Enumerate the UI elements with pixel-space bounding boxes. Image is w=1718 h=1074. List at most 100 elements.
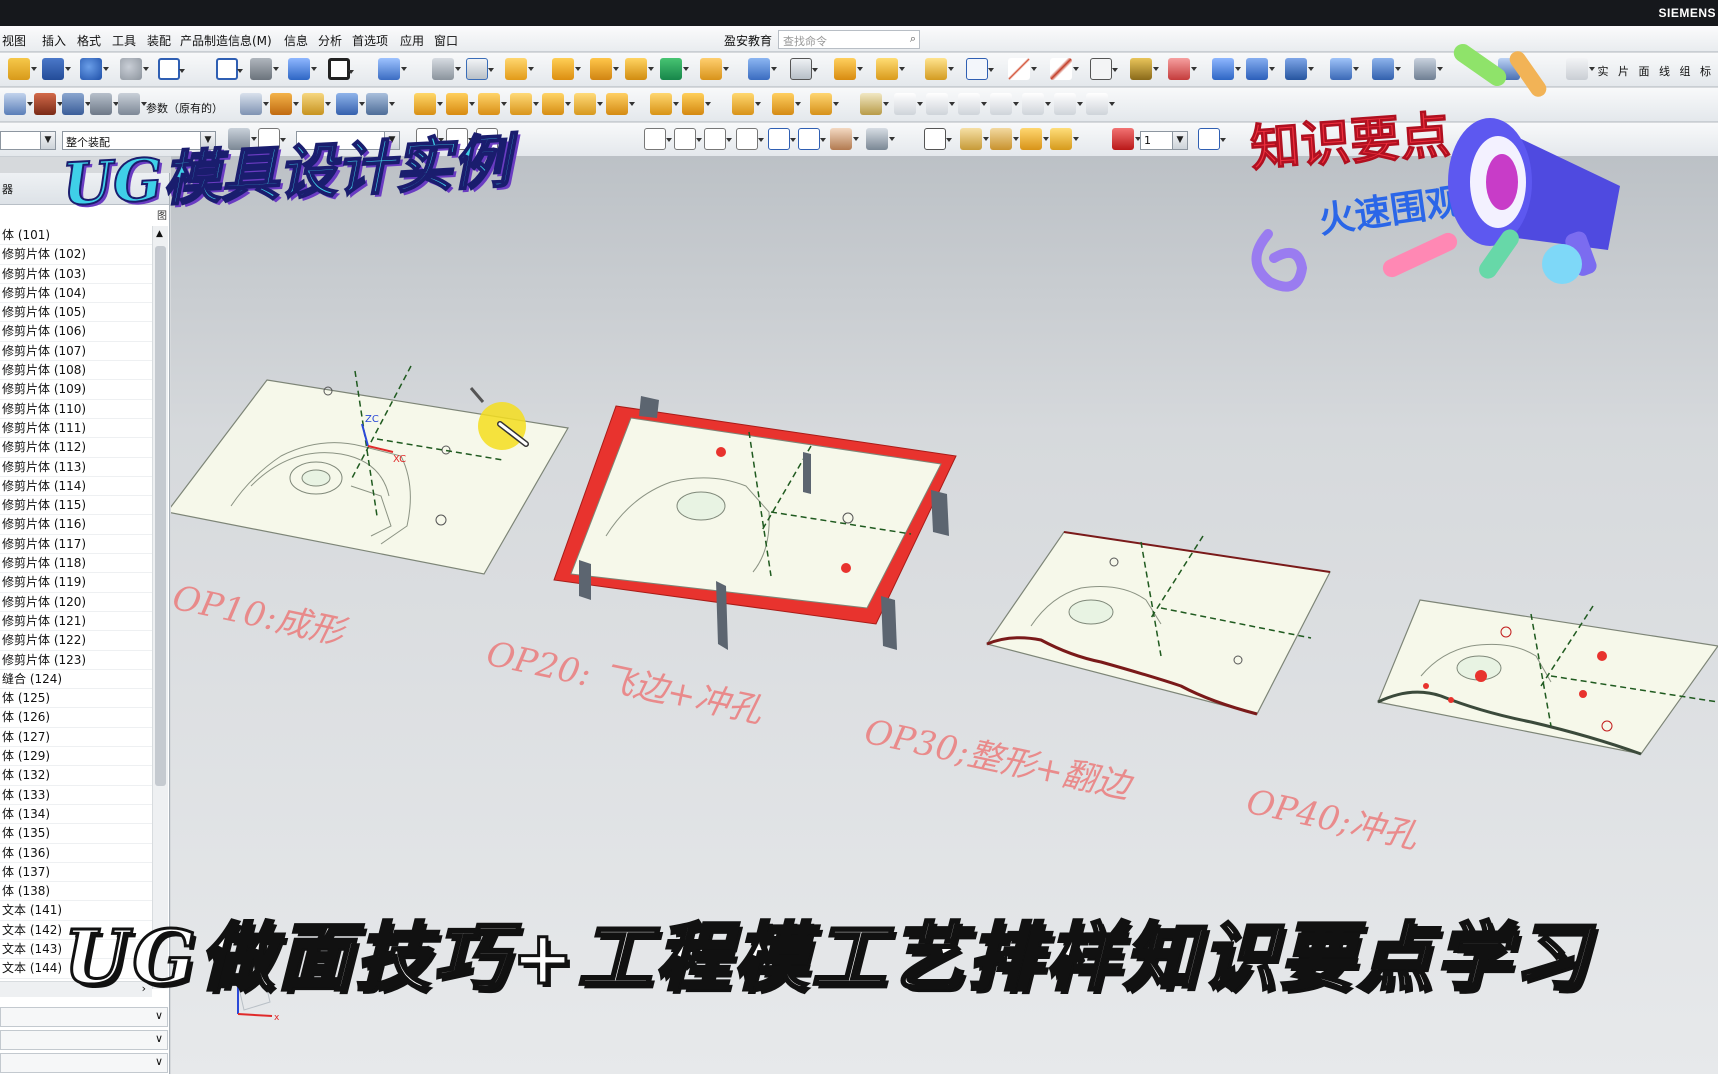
delete-params-icon[interactable]	[240, 93, 269, 115]
navigator-item[interactable]: 修剪片体 (120)	[0, 593, 152, 612]
navigator-item[interactable]: 修剪片体 (123)	[0, 651, 152, 670]
fit-window-icon[interactable]	[768, 128, 796, 150]
shaded-icon[interactable]	[250, 58, 279, 80]
navigator-item[interactable]: 修剪片体 (105)	[0, 303, 152, 323]
extrude-icon[interactable]	[505, 58, 534, 80]
menu-assembly[interactable]: 装配	[147, 32, 171, 49]
navigator-item[interactable]: 体 (135)	[0, 824, 152, 844]
details-panel-toggle[interactable]: ∨	[0, 1030, 168, 1050]
undo-icon[interactable]	[80, 58, 109, 80]
extension-icon[interactable]	[606, 93, 635, 115]
navigator-item[interactable]: 体 (101)	[0, 226, 152, 246]
divide-curve-icon[interactable]	[958, 93, 987, 115]
trim-curve-icon[interactable]	[926, 93, 955, 115]
ruled-surface-icon[interactable]	[414, 93, 443, 115]
navigator-item[interactable]: 修剪片体 (116)	[0, 515, 152, 535]
snap-intersection-icon[interactable]	[674, 128, 702, 150]
section-view-icon[interactable]	[378, 58, 407, 80]
op10-part[interactable]: ZC XC	[171, 365, 569, 575]
move-face-icon[interactable]	[336, 93, 365, 115]
menu-pmi[interactable]: 产品制造信息(M)	[180, 32, 272, 49]
select-window-icon[interactable]	[158, 58, 185, 80]
datum-icon[interactable]	[660, 58, 689, 80]
studio-surface-icon[interactable]	[542, 93, 571, 115]
trim-sheet-icon[interactable]	[682, 93, 711, 115]
through-curves-icon[interactable]	[446, 93, 475, 115]
snap-midpoint-icon[interactable]	[704, 128, 732, 150]
spline-icon[interactable]	[90, 93, 119, 115]
menu-analysis[interactable]: 分析	[318, 32, 342, 49]
assembly-constraint-icon[interactable]	[830, 128, 859, 150]
type-filter-select[interactable]: ▼	[0, 131, 56, 150]
pattern-icon[interactable]	[700, 58, 729, 80]
search-icon[interactable]: ⌕	[910, 32, 916, 46]
trim-body-icon[interactable]	[876, 58, 905, 80]
navigator-item[interactable]: 修剪片体 (121)	[0, 612, 152, 632]
navigator-item[interactable]: 修剪片体 (107)	[0, 342, 152, 362]
navigator-scrollbar[interactable]: ▲	[152, 226, 168, 989]
navigator-item[interactable]: 体 (137)	[0, 863, 152, 883]
command-search-input[interactable]: 查找命令 ⌕	[778, 30, 920, 49]
redo-icon[interactable]	[120, 58, 149, 80]
replace-icon[interactable]	[302, 93, 331, 115]
show-grid-icon[interactable]	[736, 128, 764, 150]
offset-face-icon[interactable]	[834, 58, 863, 80]
color-icon[interactable]	[1112, 128, 1141, 150]
mold-wizard-icon[interactable]	[1212, 58, 1241, 80]
op20-part[interactable]	[553, 396, 957, 650]
project-curve-icon[interactable]	[894, 93, 923, 115]
menu-information[interactable]: 信息	[284, 32, 308, 49]
through-mesh-icon[interactable]	[478, 93, 507, 115]
navigator-item[interactable]: 体 (126)	[0, 708, 152, 728]
fillet-curve-icon[interactable]	[990, 93, 1019, 115]
navigator-item[interactable]: 修剪片体 (103)	[0, 265, 152, 284]
move-object-icon[interactable]	[866, 128, 895, 150]
navigator-item[interactable]: 修剪片体 (110)	[0, 400, 152, 419]
layer-settings-icon[interactable]	[1020, 128, 1049, 150]
edit-params-icon[interactable]	[270, 93, 299, 115]
dependencies-panel-toggle[interactable]: ∨	[0, 1007, 168, 1027]
navigator-item[interactable]: 修剪片体 (122)	[0, 631, 152, 651]
sweep-icon[interactable]	[590, 58, 619, 80]
navigator-item[interactable]: 修剪片体 (109)	[0, 380, 152, 400]
arc-icon[interactable]	[1050, 58, 1079, 80]
angle-icon[interactable]	[990, 128, 1019, 150]
menu-format[interactable]: 格式	[77, 32, 101, 49]
navigator-item[interactable]: 缝合 (124)	[0, 670, 152, 690]
navigator-item[interactable]: 体 (125)	[0, 689, 152, 709]
display-mode-icon[interactable]	[328, 58, 354, 80]
navigator-item[interactable]: 体 (134)	[0, 805, 152, 825]
view-cube-icon[interactable]	[288, 58, 317, 80]
mesh-icon[interactable]	[62, 93, 91, 115]
bridge-icon[interactable]	[118, 93, 147, 115]
unite-icon[interactable]	[748, 58, 777, 80]
open-icon[interactable]	[8, 58, 37, 80]
n-sided-icon[interactable]	[510, 93, 539, 115]
navigator-item[interactable]: 体 (129)	[0, 747, 152, 767]
menu-tools[interactable]: 工具	[112, 32, 136, 49]
patch-icon[interactable]	[772, 93, 801, 115]
navigator-item[interactable]: 体 (133)	[0, 786, 152, 805]
menu-view[interactable]: 视图	[2, 32, 26, 49]
offset-curve-icon[interactable]	[1022, 93, 1051, 115]
sew-icon[interactable]	[732, 93, 761, 115]
sheet-metal-icon[interactable]	[1130, 58, 1159, 80]
navigator-item[interactable]: 修剪片体 (114)	[0, 477, 152, 497]
bound-plane-icon[interactable]	[810, 93, 839, 115]
navigator-item[interactable]: 修剪片体 (102)	[0, 245, 152, 265]
offset-surface-icon[interactable]	[650, 93, 679, 115]
sketch-icon[interactable]	[466, 58, 494, 80]
scrollbar-thumb[interactable]	[155, 246, 166, 786]
navigator-item[interactable]: 体 (132)	[0, 766, 152, 786]
navigator-item[interactable]: 体 (127)	[0, 728, 152, 748]
navigator-item[interactable]: 修剪片体 (118)	[0, 554, 152, 574]
scroll-up-icon[interactable]: ▲	[156, 229, 163, 239]
surface-icon[interactable]	[1168, 58, 1197, 80]
revolve-icon[interactable]	[552, 58, 581, 80]
navigator-item[interactable]: 修剪片体 (113)	[0, 458, 152, 477]
navigator-item[interactable]: 修剪片体 (112)	[0, 438, 152, 458]
shell-icon[interactable]	[790, 58, 818, 80]
params-label[interactable]: 参数（原有的）	[146, 100, 223, 116]
navigator-item[interactable]: 修剪片体 (119)	[0, 573, 152, 593]
navigator-item[interactable]: 修剪片体 (106)	[0, 322, 152, 342]
